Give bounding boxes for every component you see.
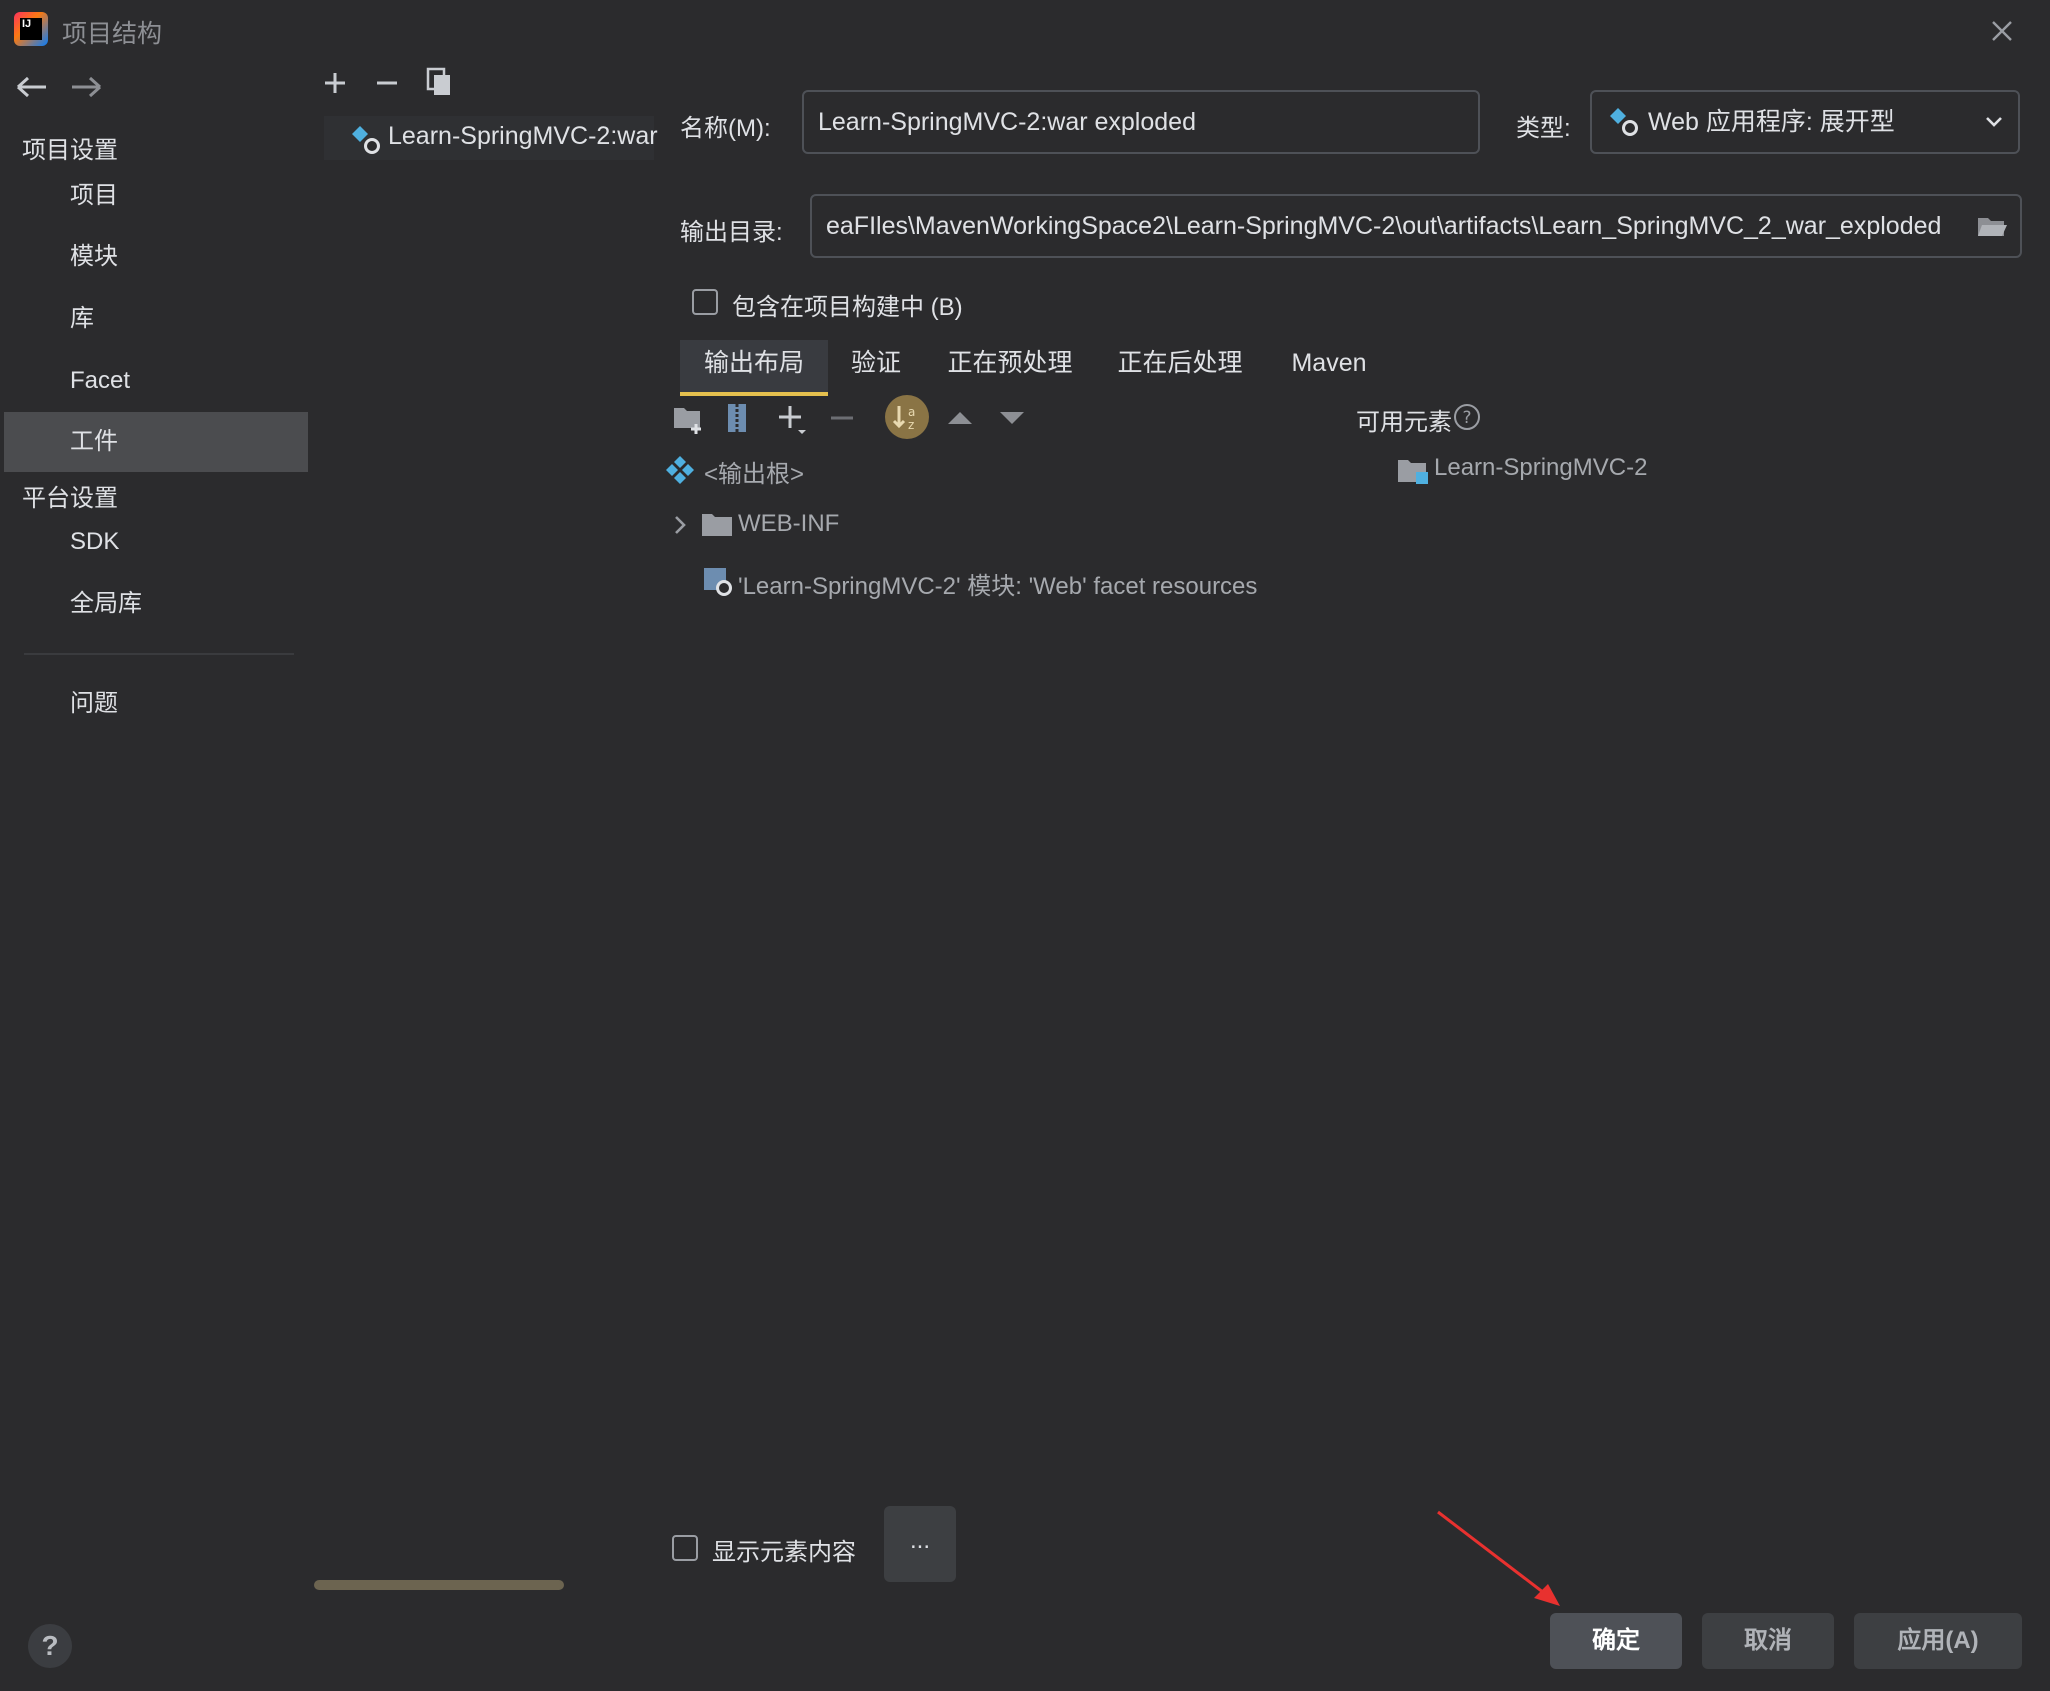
horizontal-scrollbar[interactable] <box>314 1580 564 1590</box>
chevron-right-icon[interactable] <box>670 512 690 538</box>
name-label: 名称(M): <box>680 115 771 142</box>
type-select[interactable]: Web 应用程序: 展开型 <box>1590 90 2020 154</box>
module-folder-icon <box>1398 460 1428 484</box>
nav-item-problems[interactable]: 问题 <box>0 674 308 734</box>
svg-text:z: z <box>908 418 914 432</box>
close-icon[interactable] <box>1985 14 2019 48</box>
tab-maven[interactable]: Maven <box>1284 340 1374 392</box>
cancel-button[interactable]: 取消 <box>1702 1613 1834 1669</box>
web-artifact-icon <box>352 126 380 154</box>
tab-output-layout[interactable]: 输出布局 <box>680 340 828 396</box>
add-icon[interactable] <box>320 68 350 98</box>
include-build-label: 包含在项目构建中 (B) <box>732 294 963 321</box>
help-icon[interactable]: ? <box>1452 402 1482 432</box>
title-bar: IJ 项目结构 <box>0 0 2050 60</box>
svg-text:?: ? <box>1462 408 1471 428</box>
remove-icon[interactable] <box>372 68 402 98</box>
output-dir-label: 输出目录: <box>680 219 783 246</box>
available-elements-label: 可用元素 <box>1356 409 1452 436</box>
type-label: 类型: <box>1516 115 1571 142</box>
create-archive-icon[interactable] <box>718 398 758 438</box>
window-title: 项目结构 <box>62 20 163 48</box>
folder-open-icon[interactable] <box>1976 214 2008 240</box>
nav-item-modules[interactable]: 模块 <box>0 227 308 287</box>
nav-item-libraries[interactable]: 库 <box>0 289 308 349</box>
new-directory-icon[interactable] <box>670 398 710 438</box>
show-content-checkbox[interactable] <box>672 1535 698 1561</box>
tree-item-web-facet-resources[interactable]: 'Learn-SpringMVC-2' 模块: 'Web' facet reso… <box>738 566 1257 601</box>
output-dir-value: eaFIles\MavenWorkingSpace2\Learn-SpringM… <box>826 212 1942 240</box>
help-button[interactable]: ? <box>28 1624 72 1668</box>
type-select-value: Web 应用程序: 展开型 <box>1648 108 1895 136</box>
web-facet-icon <box>704 568 732 596</box>
chevron-down-icon <box>1986 117 2002 127</box>
show-content-label: 显示元素内容 <box>712 1539 856 1566</box>
nav-item-global-libraries[interactable]: 全局库 <box>0 574 308 634</box>
annotation-arrow <box>1437 1510 1560 1606</box>
tree-item-output-root[interactable]: <输出根> <box>704 454 804 489</box>
include-build-checkbox[interactable] <box>692 289 718 315</box>
more-options-button[interactable]: ... <box>884 1506 956 1582</box>
copy-icon[interactable] <box>424 66 454 98</box>
name-field[interactable]: Learn-SpringMVC-2:war exploded <box>802 90 1480 154</box>
available-item-module[interactable]: Learn-SpringMVC-2 <box>1434 454 1647 482</box>
forward-arrow-icon[interactable] <box>68 72 104 102</box>
nav-section-platform-settings: 平台设置 <box>22 485 118 512</box>
web-artifact-icon <box>1610 108 1638 136</box>
intellij-logo-icon: IJ <box>14 12 48 46</box>
tab-validation[interactable]: 验证 <box>840 340 912 392</box>
tab-post-processing[interactable]: 正在后处理 <box>1110 340 1250 392</box>
sort-alphabetically-icon[interactable]: a z <box>884 394 930 440</box>
artifact-list-label: Learn-SpringMVC-2:war exploded <box>388 122 658 150</box>
back-arrow-icon[interactable] <box>14 72 50 102</box>
svg-text:a: a <box>908 405 915 419</box>
apply-button[interactable]: 应用(A) <box>1854 1613 2022 1669</box>
tab-pre-processing[interactable]: 正在预处理 <box>940 340 1080 392</box>
artifact-root-icon <box>666 456 694 484</box>
nav-section-project-settings: 项目设置 <box>22 137 118 164</box>
remove-icon[interactable] <box>822 398 862 438</box>
tree-item-web-inf[interactable]: WEB-INF <box>738 510 839 538</box>
nav-divider <box>24 653 294 655</box>
nav-item-project[interactable]: 项目 <box>0 166 308 226</box>
nav-item-facets[interactable]: Facet <box>0 351 308 411</box>
nav-item-sdk[interactable]: SDK <box>0 512 308 572</box>
move-down-icon[interactable] <box>992 398 1032 438</box>
output-dir-field[interactable]: eaFIles\MavenWorkingSpace2\Learn-SpringM… <box>810 194 2022 258</box>
move-up-icon[interactable] <box>940 398 980 438</box>
nav-item-artifacts[interactable]: 工件 <box>4 412 308 472</box>
folder-icon <box>702 514 732 536</box>
add-copy-of-icon[interactable] <box>770 398 810 438</box>
ok-button[interactable]: 确定 <box>1550 1613 1682 1669</box>
